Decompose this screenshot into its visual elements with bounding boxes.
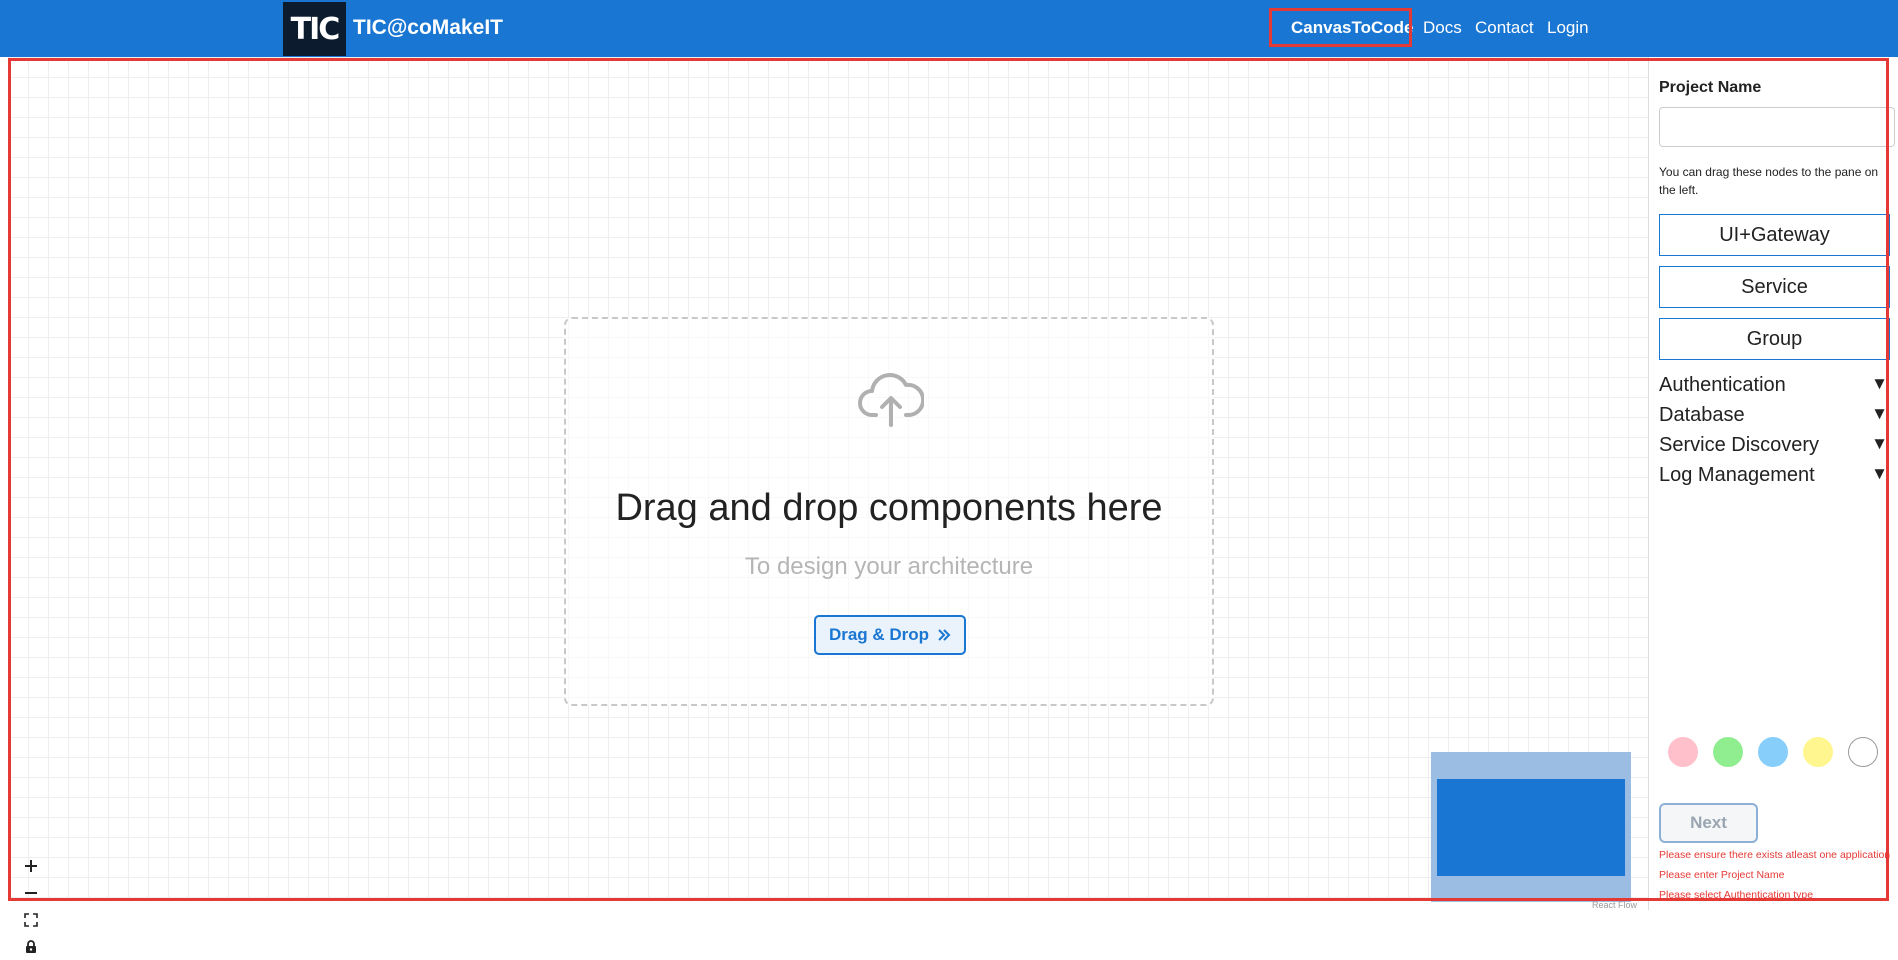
color-swatch-green[interactable] bbox=[1713, 737, 1743, 767]
color-swatch-pink[interactable] bbox=[1668, 737, 1698, 767]
accordion-label: Service Discovery bbox=[1659, 434, 1820, 456]
help-text: You can drag these nodes to the pane on … bbox=[1659, 165, 1879, 197]
minimap[interactable] bbox=[1431, 752, 1631, 902]
accordion-label: Database bbox=[1659, 404, 1745, 426]
triangle-down-icon: ▼ bbox=[1871, 434, 1888, 453]
nav-link-contact[interactable]: Contact bbox=[1475, 18, 1534, 38]
dropzone[interactable]: Drag and drop components here To design … bbox=[564, 317, 1214, 706]
zoom-in-icon[interactable] bbox=[20, 852, 42, 879]
triangle-down-icon: ▼ bbox=[1871, 404, 1888, 423]
dropzone-subtitle: To design your architecture bbox=[744, 553, 1034, 580]
error-message: Please select Authentication type bbox=[1659, 889, 1814, 901]
lock-icon[interactable] bbox=[20, 933, 42, 960]
color-swatch-blue[interactable] bbox=[1758, 737, 1788, 767]
drag-drop-button-label: Drag & Drop bbox=[828, 625, 930, 644]
accordion-database[interactable]: Database ▼ bbox=[1659, 404, 1888, 430]
zoom-controls bbox=[20, 852, 42, 960]
nav-link-docs[interactable]: Docs bbox=[1423, 18, 1462, 38]
zoom-out-icon[interactable] bbox=[20, 879, 42, 906]
accordion-authentication[interactable]: Authentication ▼ bbox=[1659, 374, 1888, 400]
active-nav-highlight bbox=[1269, 8, 1412, 47]
accordion-log-management[interactable]: Log Management ▼ bbox=[1659, 464, 1888, 490]
logo-text: TIC bbox=[290, 11, 341, 47]
cloud-upload-icon bbox=[858, 373, 924, 427]
triangle-down-icon: ▼ bbox=[1871, 464, 1888, 483]
node-group[interactable]: Group bbox=[1659, 318, 1890, 360]
top-navbar: TIC TIC@coMakeIT CanvasToCode Docs Conta… bbox=[0, 0, 1898, 57]
node-ui-gateway[interactable]: UI+Gateway bbox=[1659, 214, 1890, 256]
accordion-label: Authentication bbox=[1659, 374, 1786, 396]
drag-drop-button[interactable]: Drag & Drop bbox=[814, 615, 966, 655]
nav-link-login[interactable]: Login bbox=[1547, 18, 1589, 38]
color-swatch-yellow[interactable] bbox=[1803, 737, 1833, 767]
color-swatch-white[interactable] bbox=[1848, 737, 1878, 767]
node-service[interactable]: Service bbox=[1659, 266, 1890, 308]
brand-title[interactable]: TIC@coMakeIT bbox=[353, 16, 503, 40]
next-button[interactable]: Next bbox=[1659, 803, 1758, 843]
error-message: Please ensure there exists atleast one a… bbox=[1659, 849, 1891, 861]
fit-view-icon[interactable] bbox=[20, 906, 42, 933]
accordion-label: Log Management bbox=[1659, 464, 1815, 486]
logo[interactable]: TIC bbox=[283, 2, 346, 56]
project-name-input[interactable] bbox=[1659, 107, 1895, 147]
minimap-viewport bbox=[1437, 779, 1625, 876]
triangle-down-icon: ▼ bbox=[1871, 374, 1888, 393]
flow-canvas[interactable]: Drag and drop components here To design … bbox=[8, 57, 1648, 953]
react-flow-attribution[interactable]: React Flow bbox=[1592, 900, 1637, 910]
error-message: Please enter Project Name bbox=[1659, 869, 1785, 881]
right-sidebar: Project Name You can drag these nodes to… bbox=[1648, 57, 1895, 910]
project-name-label: Project Name bbox=[1659, 79, 1762, 96]
double-chevron-right-icon bbox=[938, 629, 951, 641]
accordion-service-discovery[interactable]: Service Discovery ▼ bbox=[1659, 434, 1888, 460]
dropzone-title: Drag and drop components here bbox=[615, 487, 1163, 529]
